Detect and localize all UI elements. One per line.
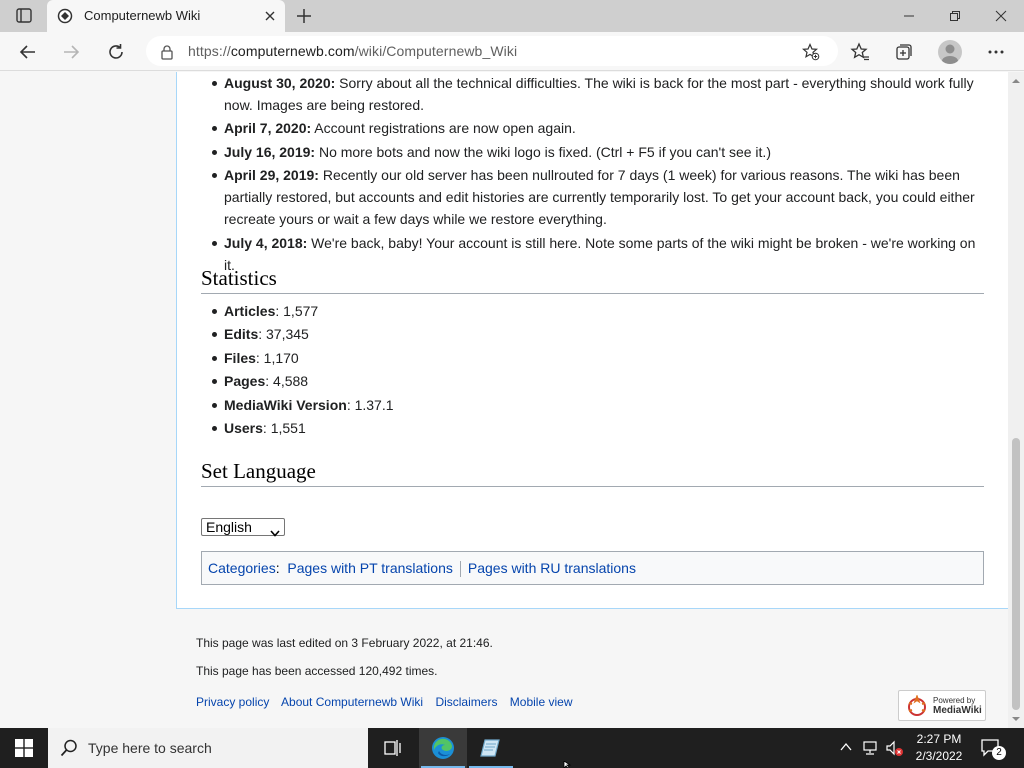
scroll-down-icon[interactable] [1012, 716, 1020, 722]
browser-toolbar: https://computernewb.com/wiki/Computerne… [0, 32, 1024, 71]
mouse-cursor-icon [563, 761, 572, 768]
notification-count: 2 [992, 746, 1006, 760]
disclaimers-link[interactable]: Disclaimers [435, 695, 497, 709]
main-content: August 30, 2020: Sorry about all the tec… [176, 72, 1008, 609]
taskbar: Type here to search 2:27 PM 2/3/2022 2 [0, 728, 1024, 768]
category-link[interactable]: Pages with PT translations [287, 560, 453, 576]
scroll-up-icon[interactable] [1012, 78, 1020, 84]
access-count-text: This page has been accessed 120,492 time… [196, 664, 438, 678]
news-item: July 16, 2019: No more bots and now the … [212, 141, 984, 163]
task-view-icon [384, 740, 401, 756]
search-icon [60, 739, 77, 757]
profile-avatar[interactable] [938, 40, 962, 64]
tab-actions-icon[interactable] [12, 7, 36, 25]
news-text: Account registrations are now open again… [311, 120, 576, 136]
news-text: Recently our old server has been nullrou… [318, 167, 960, 183]
news-item: April 7, 2020: Account registrations are… [212, 117, 984, 139]
collections-icon[interactable] [892, 40, 916, 64]
browser-tab[interactable]: Computernewb Wiki [47, 0, 285, 32]
news-text: recreate yours or wait a few days while … [224, 211, 607, 227]
wiki-favicon-icon [57, 8, 73, 24]
tab-strip: Computernewb Wiki [0, 0, 1024, 32]
footer-links: Privacy policy About Computernewb Wiki D… [196, 695, 582, 709]
stat-item: Articles: 1,577 [212, 301, 318, 321]
notepad-taskbar-button[interactable] [467, 728, 515, 768]
news-date: April 29, 2019: [224, 167, 319, 183]
categories-link[interactable]: Categories [208, 560, 276, 576]
scrollbar-thumb[interactable] [1012, 438, 1020, 710]
chevron-down-icon [270, 524, 280, 540]
last-edited-text: This page was last edited on 3 February … [196, 636, 493, 650]
language-select-value: English [206, 519, 252, 535]
news-text: now. Images are being restored. [224, 97, 425, 113]
news-date: July 16, 2019: [224, 144, 316, 160]
powered-by-mediawiki-badge[interactable]: Powered by MediaWiki [898, 690, 986, 721]
news-text: partially restored, but accounts and edi… [224, 189, 975, 205]
news-item: April 29, 2019: Recently our old server … [212, 164, 984, 230]
page-viewport: August 30, 2020: Sorry about all the tec… [0, 72, 1008, 728]
news-date: April 7, 2020: [224, 120, 312, 136]
stat-item: Users: 1,551 [212, 418, 306, 438]
stat-item: MediaWiki Version: 1.37.1 [212, 395, 394, 415]
news-text: Sorry about all the technical difficulti… [335, 75, 974, 91]
search-placeholder: Type here to search [88, 740, 212, 756]
page-scrollbar[interactable] [1008, 72, 1024, 728]
news-date: August 30, 2020: [224, 75, 336, 91]
language-select[interactable]: English [201, 518, 285, 537]
edge-icon [432, 737, 454, 759]
taskbar-search[interactable]: Type here to search [48, 728, 368, 768]
tab-close-icon[interactable] [263, 9, 277, 23]
add-favorite-icon[interactable] [801, 43, 820, 66]
privacy-policy-link[interactable]: Privacy policy [196, 695, 269, 709]
category-link[interactable]: Pages with RU translations [468, 560, 636, 576]
clock-time: 2:27 PM [916, 732, 962, 746]
system-clock[interactable]: 2:27 PM 2/3/2022 [910, 731, 968, 765]
about-link[interactable]: About Computernewb Wiki [281, 695, 423, 709]
close-window-icon[interactable] [978, 0, 1024, 32]
news-text: No more bots and now the wiki logo is fi… [315, 144, 771, 160]
mobile-view-link[interactable]: Mobile view [510, 695, 573, 709]
refresh-icon[interactable] [104, 40, 128, 64]
set-language-heading: Set Language [201, 457, 984, 487]
tab-title: Computernewb Wiki [84, 8, 201, 23]
news-date: July 4, 2018: [224, 235, 308, 251]
more-options-icon[interactable] [984, 40, 1008, 64]
lock-icon[interactable] [160, 44, 174, 65]
volume-muted-icon[interactable] [885, 740, 905, 758]
notepad-icon [480, 739, 500, 757]
mediawiki-logo-icon [908, 695, 926, 716]
address-bar[interactable]: https://computernewb.com/wiki/Computerne… [146, 36, 838, 66]
stat-item: Pages: 4,588 [212, 371, 308, 391]
start-button[interactable] [0, 728, 48, 768]
category-links: Categories: Pages with PT translations Pa… [201, 551, 984, 585]
stat-item: Files: 1,170 [212, 348, 299, 368]
forward-icon[interactable] [59, 40, 83, 64]
new-tab-icon[interactable] [294, 7, 314, 25]
chevron-up-icon[interactable] [839, 740, 853, 754]
restore-icon[interactable] [932, 0, 978, 32]
url-text[interactable]: https://computernewb.com/wiki/Computerne… [188, 43, 517, 59]
task-view-button[interactable] [368, 728, 416, 768]
network-icon[interactable] [862, 740, 880, 756]
statistics-heading: Statistics [201, 264, 984, 294]
back-icon[interactable] [16, 40, 40, 64]
clock-date: 2/3/2022 [915, 749, 963, 763]
news-item: August 30, 2020: Sorry about all the tec… [212, 72, 984, 116]
windows-logo-icon [15, 739, 33, 757]
news-text: We're back, baby! Your account is still … [307, 235, 976, 251]
favorites-icon[interactable] [848, 40, 872, 64]
stat-item: Edits: 37,345 [212, 324, 309, 344]
minimize-icon[interactable] [886, 0, 932, 32]
edge-taskbar-button[interactable] [419, 728, 467, 768]
action-center-button[interactable]: 2 [980, 738, 1006, 760]
